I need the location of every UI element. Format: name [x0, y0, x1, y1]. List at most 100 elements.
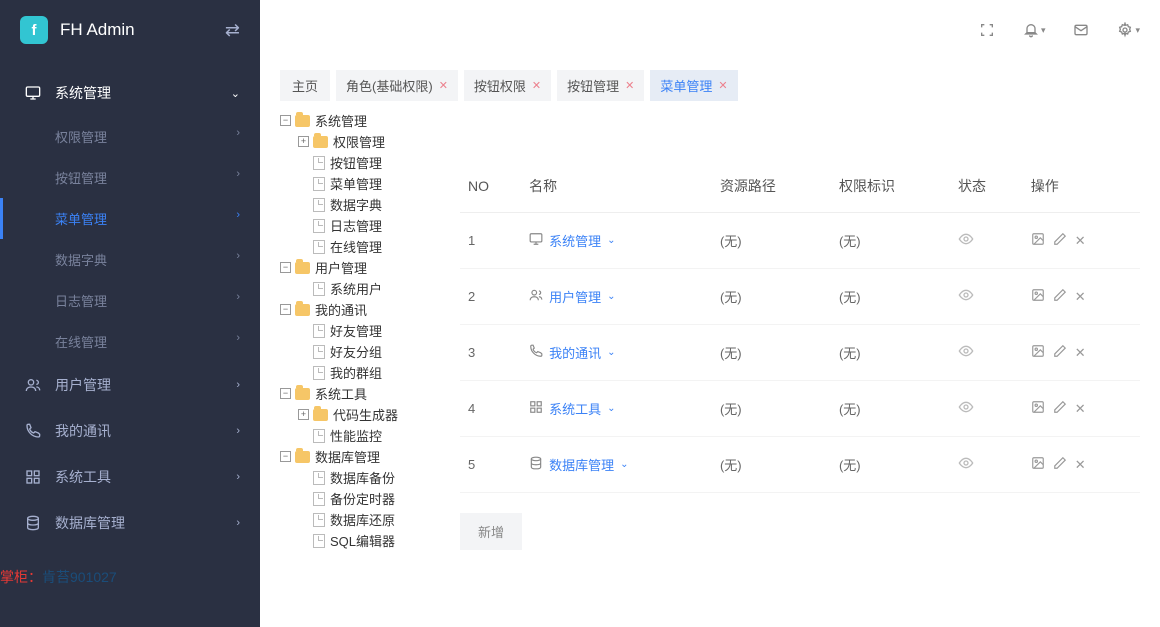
mail-icon[interactable] [1073, 22, 1089, 38]
edit-icon[interactable] [1053, 456, 1067, 473]
nav-child[interactable]: 按钮管理› [0, 157, 260, 198]
delete-icon[interactable]: ✕ [1075, 401, 1086, 417]
tab[interactable]: 角色(基础权限)✕ [336, 70, 458, 101]
edit-icon[interactable] [1053, 344, 1067, 361]
tab[interactable]: 主页 [280, 70, 330, 101]
collapse-icon[interactable]: − [280, 451, 291, 462]
edit-icon[interactable] [1053, 232, 1067, 249]
expand-icon[interactable]: + [298, 409, 309, 420]
fullscreen-icon[interactable] [979, 22, 995, 38]
tree-node[interactable]: 在线管理 [280, 236, 440, 257]
tree-node[interactable]: 好友管理 [280, 320, 440, 341]
tree-node[interactable]: 备份定时器 [280, 488, 440, 509]
edit-icon[interactable] [1053, 400, 1067, 417]
th-ops: 操作 [1023, 160, 1140, 213]
tree-node[interactable]: 我的群组 [280, 362, 440, 383]
tab[interactable]: 按钮权限✕ [464, 70, 551, 101]
tab-label: 主页 [292, 76, 318, 95]
close-icon[interactable]: ✕ [625, 79, 634, 92]
nav-child[interactable]: 数据字典› [0, 239, 260, 280]
monitor-icon [529, 232, 543, 249]
tree-node[interactable]: −系统工具 [280, 383, 440, 404]
menu-table: NO 名称 资源路径 权限标识 状态 操作 1系统管理 ⌄(无)(无)✕2用户管… [460, 160, 1140, 493]
collapse-icon[interactable]: − [280, 388, 291, 399]
tree-spacer [298, 220, 309, 231]
sidebar-toggle-icon[interactable]: ⇄ [225, 20, 240, 41]
delete-icon[interactable]: ✕ [1075, 345, 1086, 361]
gear-icon[interactable]: ▾ [1117, 22, 1140, 38]
nav-child[interactable]: 菜单管理› [0, 198, 260, 239]
tree-node[interactable]: +代码生成器 [280, 404, 440, 425]
table-row: 4系统工具 ⌄(无)(无)✕ [460, 381, 1140, 437]
nav-item-phone[interactable]: 我的通讯› [3, 408, 260, 454]
tree-label: 数据库管理 [315, 447, 380, 466]
edit-icon[interactable] [1053, 288, 1067, 305]
tree-node[interactable]: 数据库备份 [280, 467, 440, 488]
image-icon[interactable] [1031, 344, 1045, 361]
tree-node[interactable]: + 权限管理 [280, 131, 440, 152]
tree-node[interactable]: 日志管理 [280, 215, 440, 236]
image-icon[interactable] [1031, 400, 1045, 417]
row-name-link[interactable]: 数据库管理 ⌄ [529, 455, 628, 474]
collapse-icon[interactable]: − [280, 115, 291, 126]
eye-icon[interactable] [958, 347, 974, 362]
image-icon[interactable] [1031, 288, 1045, 305]
expand-icon[interactable]: + [298, 136, 309, 147]
table-row: 1系统管理 ⌄(无)(无)✕ [460, 213, 1140, 269]
tree-label: 数据字典 [330, 195, 382, 214]
file-icon [313, 429, 325, 443]
collapse-icon[interactable]: − [280, 304, 291, 315]
row-name-link[interactable]: 我的通讯 ⌄ [529, 343, 615, 362]
tree-label: 权限管理 [333, 132, 385, 151]
nav-item-users[interactable]: 用户管理› [3, 362, 260, 408]
tree-node[interactable]: −我的通讯 [280, 299, 440, 320]
nav-child[interactable]: 日志管理› [0, 280, 260, 321]
row-name-link[interactable]: 系统管理 ⌄ [529, 231, 615, 250]
tree-node[interactable]: 数据库还原 [280, 509, 440, 530]
nav-item-grid[interactable]: 系统工具› [3, 454, 260, 500]
row-name-link[interactable]: 系统工具 ⌄ [529, 399, 615, 418]
bell-icon[interactable]: ▾ [1023, 22, 1046, 38]
tree-node[interactable]: 数据字典 [280, 194, 440, 215]
tree-node[interactable]: SQL编辑器 [280, 530, 440, 551]
nav-item-monitor[interactable]: 系统管理⌄ [3, 70, 260, 116]
chevron-icon: › [236, 425, 240, 437]
nav-item-db[interactable]: 数据库管理› [3, 500, 260, 546]
chevron-right-icon: › [236, 250, 240, 262]
tree-label: 菜单管理 [330, 174, 382, 193]
image-icon[interactable] [1031, 232, 1045, 249]
tree-node[interactable]: 菜单管理 [280, 173, 440, 194]
tab[interactable]: 按钮管理 ✕ [557, 70, 644, 101]
tree-label: 系统用户 [330, 279, 382, 298]
tab-label: 按钮管理 [567, 76, 619, 95]
delete-icon[interactable]: ✕ [1075, 289, 1086, 305]
tree-spacer [298, 157, 309, 168]
eye-icon[interactable] [958, 235, 974, 250]
tab[interactable]: 菜单管理✕ [650, 70, 737, 101]
tree-node[interactable]: −系统管理 [280, 110, 440, 131]
cell-no: 5 [460, 437, 521, 493]
eye-icon[interactable] [958, 403, 974, 418]
tree-node[interactable]: 系统用户 [280, 278, 440, 299]
eye-icon[interactable] [958, 291, 974, 306]
image-icon[interactable] [1031, 456, 1045, 473]
close-icon[interactable]: ✕ [439, 79, 448, 92]
new-button[interactable]: 新增 [460, 513, 522, 550]
eye-icon[interactable] [958, 459, 974, 474]
tree-node[interactable]: −用户管理 [280, 257, 440, 278]
collapse-icon[interactable]: − [280, 262, 291, 273]
nav-child[interactable]: 在线管理› [0, 321, 260, 362]
grid-icon [23, 469, 43, 485]
close-icon[interactable]: ✕ [532, 79, 541, 92]
tree-node[interactable]: − 数据库管理 [280, 446, 440, 467]
tree-node[interactable]: 按钮管理 [280, 152, 440, 173]
close-icon[interactable]: ✕ [718, 79, 727, 92]
table-row: 5数据库管理 ⌄(无)(无)✕ [460, 437, 1140, 493]
nav-child[interactable]: 权限管理› [0, 116, 260, 157]
delete-icon[interactable]: ✕ [1075, 457, 1086, 473]
nav-child-label: 权限管理 [55, 130, 107, 145]
delete-icon[interactable]: ✕ [1075, 233, 1086, 249]
row-name-link[interactable]: 用户管理 ⌄ [529, 287, 615, 306]
tree-node[interactable]: 性能监控 [280, 425, 440, 446]
tree-node[interactable]: 好友分组 [280, 341, 440, 362]
